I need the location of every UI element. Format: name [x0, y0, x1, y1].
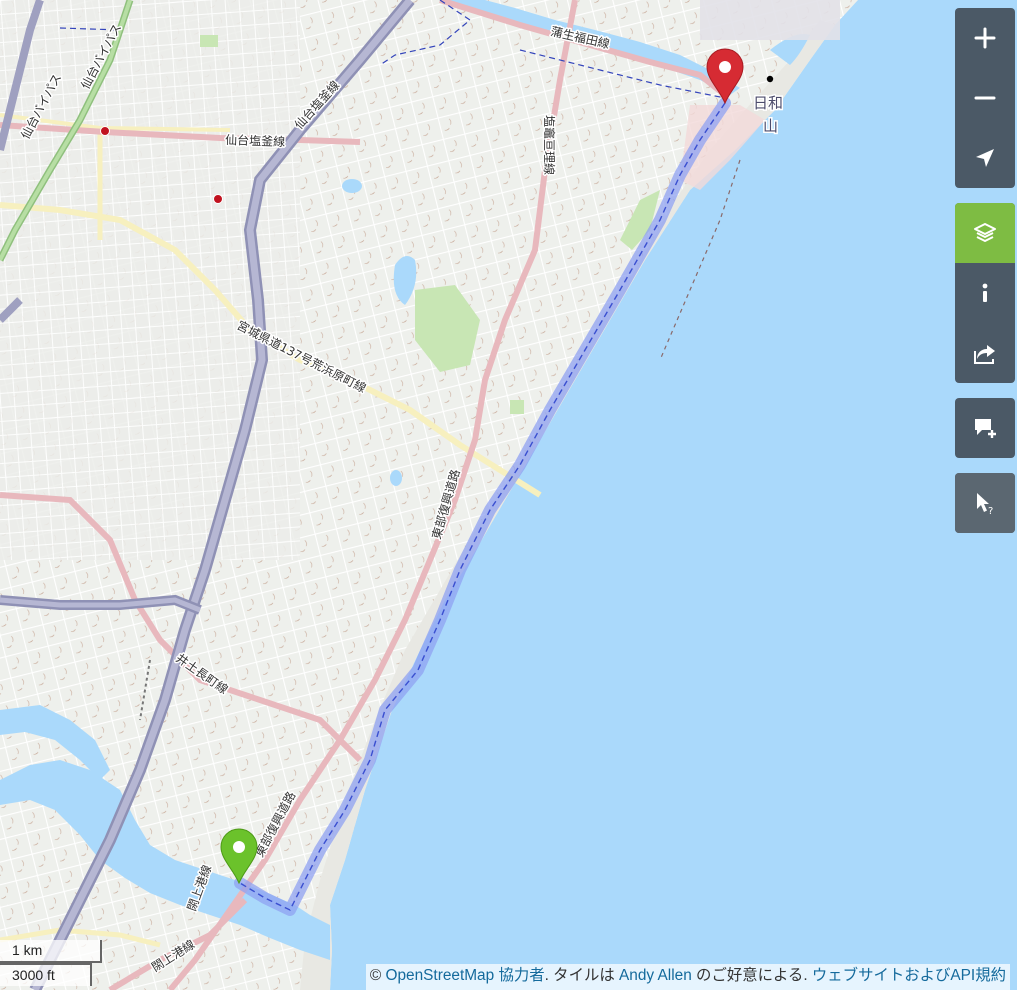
svg-text:?: ?	[988, 506, 993, 515]
scale-imperial: 3000 ft	[0, 963, 92, 986]
share-icon	[974, 345, 995, 364]
scale-metric: 1 km	[0, 940, 102, 963]
poi-label-hiyoriyama: 山	[763, 117, 778, 135]
copyright-symbol: ©	[369, 967, 382, 984]
tile-author-link[interactable]: Andy Allen	[619, 967, 692, 984]
park	[510, 400, 524, 414]
map-controls: ?	[955, 8, 1015, 548]
layers-icon	[974, 223, 996, 242]
add-note-button[interactable]	[955, 398, 1015, 458]
query-controls: ?	[955, 473, 1015, 533]
note-controls	[955, 398, 1015, 458]
zoom-in-button[interactable]	[955, 8, 1015, 68]
map-info-button[interactable]	[955, 263, 1015, 323]
map-viewport[interactable]: 蒲生福田線 仙台塩釜線 仙台バイパス 仙台バイパス 仙台塩釜線 宮城県道137号…	[0, 0, 1017, 990]
layers-button[interactable]	[955, 203, 1015, 263]
sidebar-controls	[955, 203, 1015, 383]
add-note-icon	[975, 419, 996, 438]
attribution-text: のご好意による.	[696, 967, 808, 984]
pond	[390, 470, 402, 486]
navigation-arrow-icon	[976, 149, 994, 167]
station-marker[interactable]	[100, 126, 110, 136]
locate-button[interactable]	[955, 128, 1015, 188]
station-marker[interactable]	[213, 194, 223, 204]
query-features-icon: ?	[977, 493, 993, 515]
scale-bar: 1 km 3000 ft	[0, 940, 102, 986]
minus-icon	[974, 96, 996, 100]
attribution-text: . タイルは	[544, 967, 615, 984]
road-label: 塩竈亘理線	[542, 115, 557, 175]
map-canvas[interactable]: 蒲生福田線 仙台塩釜線 仙台バイパス 仙台バイパス 仙台塩釜線 宮城県道137号…	[0, 0, 1017, 990]
plus-icon	[974, 27, 996, 49]
peak-marker	[766, 75, 774, 83]
terms-link[interactable]: ウェブサイトおよびAPI規約	[812, 967, 1006, 984]
pond	[342, 179, 362, 193]
info-icon	[982, 283, 988, 302]
zoom-out-button[interactable]	[955, 68, 1015, 128]
road-label: 仙台塩釜線	[225, 132, 286, 149]
attribution: © OpenStreetMap 協力者. タイルは Andy Allen のご好…	[365, 964, 1010, 990]
industrial-zone	[700, 0, 840, 40]
poi-label-hiyoriyama: 日和	[753, 94, 783, 112]
share-button[interactable]	[955, 323, 1015, 383]
query-features-button[interactable]: ?	[955, 473, 1015, 533]
park	[200, 35, 218, 47]
navigation-controls	[955, 8, 1015, 188]
osm-contributors-link[interactable]: OpenStreetMap 協力者	[386, 967, 545, 984]
